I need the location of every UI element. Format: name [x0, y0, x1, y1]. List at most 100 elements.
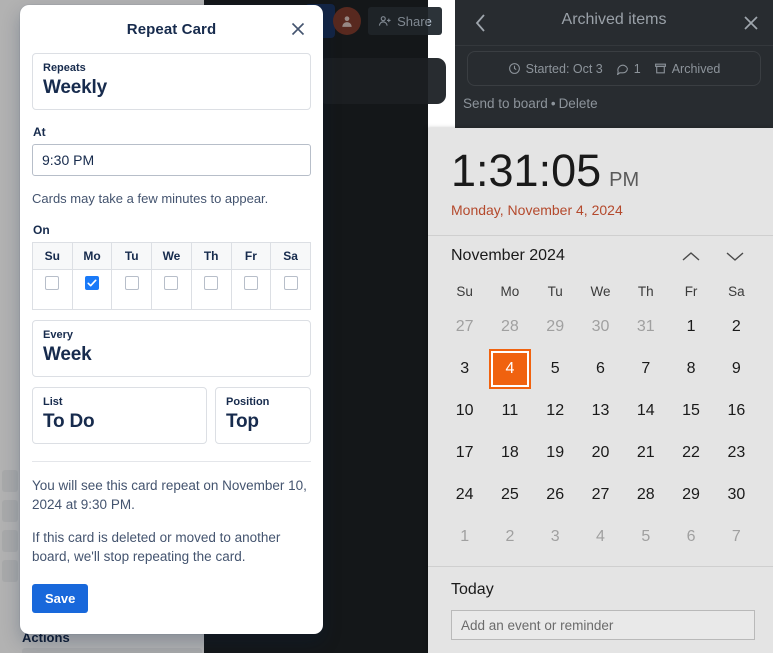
calendar-day[interactable]: 23 [714, 432, 759, 474]
calendar-day[interactable]: 1 [668, 306, 713, 348]
chevron-up-glyph [682, 251, 700, 261]
calendar-day-label: 28 [501, 318, 519, 335]
close-icon[interactable] [287, 18, 309, 40]
weekday-checkbox-sa[interactable] [283, 276, 298, 290]
calendar-day[interactable]: 7 [623, 348, 668, 390]
weekday-checkbox-fr[interactable] [243, 276, 258, 290]
calendar-day[interactable]: 29 [533, 306, 578, 348]
calendar-day[interactable]: 28 [487, 306, 532, 348]
calendar-day[interactable]: 5 [623, 516, 668, 558]
chevron-up-icon[interactable] [669, 242, 713, 270]
calendar-day-label: 1 [686, 318, 696, 335]
calendar-day[interactable]: 6 [578, 348, 623, 390]
add-event-input[interactable]: Add an event or reminder [451, 610, 755, 640]
weekday-checkbox-mo[interactable] [85, 276, 100, 290]
calendar-day[interactable]: 20 [578, 432, 623, 474]
chevron-down-icon[interactable] [713, 242, 757, 270]
weekday-checkbox-tu[interactable] [124, 276, 139, 290]
calendar-day-label: 2 [505, 528, 515, 545]
position-value: Top [226, 411, 259, 432]
calendar-day[interactable]: 13 [578, 390, 623, 432]
calendar-day[interactable]: 25 [487, 474, 532, 516]
calendar-day[interactable]: 12 [533, 390, 578, 432]
save-button[interactable]: Save [32, 584, 89, 613]
close-glyph [291, 22, 305, 36]
calendar-day-label: 23 [727, 444, 746, 461]
calendar-dow-th: Th [637, 283, 654, 299]
calendar-day-label: 30 [727, 486, 746, 503]
send-to-board-link[interactable]: Send to board [463, 96, 548, 111]
calendar-dow-tu: Tu [547, 283, 563, 299]
weekday-header-mo: Mo [71, 242, 113, 270]
calendar-day[interactable]: 21 [623, 432, 668, 474]
calendar-day[interactable]: 17 [442, 432, 487, 474]
clock-icon [508, 63, 520, 74]
archived-card[interactable]: Started: Oct 3 1 Archived [467, 51, 761, 86]
at-label: At [33, 125, 46, 139]
calendar-day[interactable]: 30 [578, 306, 623, 348]
calendar-day[interactable]: 8 [668, 348, 713, 390]
calendar-day[interactable]: 27 [578, 474, 623, 516]
weekday-cell-tu[interactable] [111, 269, 153, 310]
calendar-day[interactable]: 6 [668, 516, 713, 558]
calendar-day[interactable]: 4 [578, 516, 623, 558]
weekday-cell-th[interactable] [190, 269, 232, 310]
weekday-cell-sa[interactable] [270, 269, 311, 310]
weekday-cell-we[interactable] [151, 269, 192, 310]
weekday-checkbox-row [32, 269, 311, 310]
calendar-day[interactable]: 10 [442, 390, 487, 432]
weekday-checkbox-we[interactable] [164, 276, 179, 290]
calendar-day[interactable]: 16 [714, 390, 759, 432]
calendar-day-label: 7 [731, 528, 741, 545]
check-icon [87, 279, 97, 287]
calendar-day[interactable]: 18 [487, 432, 532, 474]
at-time-input[interactable]: 9:30 PM [32, 144, 311, 176]
calendar-day[interactable]: 9 [714, 348, 759, 390]
calendar-day[interactable]: 3 [442, 348, 487, 390]
repeats-field[interactable]: Repeats Weekly [32, 53, 311, 110]
share-button[interactable]: Share [368, 7, 442, 35]
calendar-day[interactable]: 28 [623, 474, 668, 516]
weekday-cell-fr[interactable] [230, 269, 272, 310]
calendar-day-label: 19 [546, 444, 565, 461]
weekday-checkbox-th[interactable] [204, 276, 219, 290]
background-placeholder-item [2, 530, 18, 552]
calendar-day[interactable]: 7 [714, 516, 759, 558]
calendar-day[interactable]: 30 [714, 474, 759, 516]
calendar-day[interactable]: 31 [623, 306, 668, 348]
weekday-checkbox-su[interactable] [45, 276, 60, 290]
calendar-day[interactable]: 29 [668, 474, 713, 516]
every-field[interactable]: Every Week [32, 320, 311, 377]
at-time-value: 9:30 PM [42, 152, 95, 168]
calendar-day[interactable]: 2 [714, 306, 759, 348]
calendar-day[interactable]: 14 [623, 390, 668, 432]
delete-link[interactable]: Delete [559, 96, 598, 111]
avatar[interactable] [333, 7, 361, 35]
calendar-day[interactable]: 22 [668, 432, 713, 474]
calendar-day[interactable]: 24 [442, 474, 487, 516]
position-label: Position [226, 396, 270, 408]
calendar-day[interactable]: 19 [533, 432, 578, 474]
calendar-day[interactable]: 5 [533, 348, 578, 390]
calendar-day[interactable]: 27 [442, 306, 487, 348]
calendar-day[interactable]: 15 [668, 390, 713, 432]
weekday-cell-su[interactable] [32, 269, 73, 310]
calendar-day[interactable]: 2 [487, 516, 532, 558]
list-field[interactable]: List To Do [32, 387, 207, 444]
position-field[interactable]: Position Top [215, 387, 311, 444]
calendar-day-selected[interactable]: 4 [487, 348, 532, 390]
close-icon[interactable] [739, 11, 763, 35]
calendar-month-label[interactable]: November 2024 [451, 247, 669, 265]
calendar-day-label: 3 [550, 528, 560, 545]
on-label: On [33, 223, 50, 237]
actions-field[interactable] [22, 648, 202, 653]
calendar-day[interactable]: 1 [442, 516, 487, 558]
weekday-header-row: Su Mo Tu We Th Fr Sa [32, 242, 311, 270]
weekday-cell-mo[interactable] [71, 269, 113, 310]
calendar-dow-fr: Fr [684, 283, 698, 299]
calendar-day[interactable]: 3 [533, 516, 578, 558]
calendar-day[interactable]: 11 [487, 390, 532, 432]
calendar-day[interactable]: 26 [533, 474, 578, 516]
board-card[interactable] [318, 58, 446, 104]
clock-hms: 1:31:05 [451, 145, 602, 196]
